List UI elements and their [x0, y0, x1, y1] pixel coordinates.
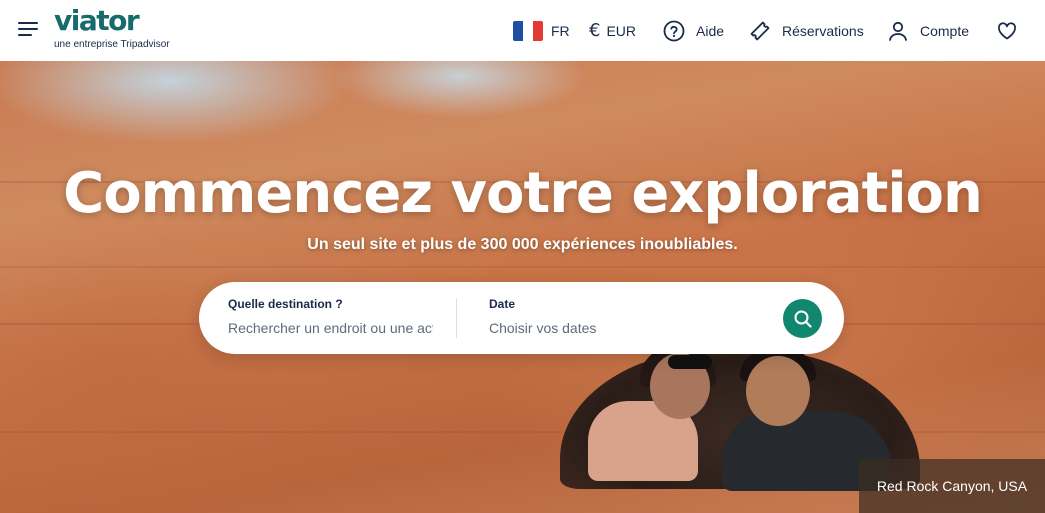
- rock-texture: [0, 266, 1045, 268]
- user-icon: [889, 21, 907, 41]
- bookings-link[interactable]: Réservations: [749, 0, 864, 61]
- site-header: viator une entreprise Tripadvisor FR € E…: [0, 0, 1045, 61]
- photo-caption: Red Rock Canyon, USA: [859, 459, 1045, 513]
- sunglasses: [668, 355, 712, 369]
- currency-label: EUR: [606, 22, 637, 39]
- language-label: FR: [551, 22, 570, 39]
- help-link[interactable]: Aide: [663, 0, 724, 61]
- destination-label: Quelle destination ?: [228, 297, 343, 311]
- help-circle-icon: [663, 20, 685, 41]
- ticket-icon: [750, 21, 770, 40]
- search-divider: [456, 298, 457, 338]
- currency-selector[interactable]: € EUR: [589, 0, 636, 61]
- account-label: Compte: [920, 22, 970, 39]
- search-button[interactable]: [783, 299, 822, 338]
- hero-title: Commencez votre exploration: [63, 161, 983, 226]
- hiker-man-face: [746, 356, 810, 426]
- menu-line: [18, 22, 38, 24]
- date-input[interactable]: [489, 320, 694, 336]
- menu-line: [18, 28, 38, 30]
- wishlist-button[interactable]: [996, 0, 1018, 61]
- menu-line: [18, 34, 32, 36]
- help-label: Aide: [696, 22, 725, 39]
- account-link[interactable]: Compte: [887, 0, 969, 61]
- logo-tagline: une entreprise Tripadvisor: [54, 39, 170, 50]
- destination-input[interactable]: [228, 320, 433, 336]
- date-label: Date: [489, 297, 516, 311]
- euro-icon: €: [589, 20, 601, 41]
- language-selector[interactable]: FR: [513, 0, 570, 61]
- bookings-label: Réservations: [782, 22, 864, 39]
- france-flag-icon: [513, 20, 543, 41]
- search-bar: Quelle destination ? Date: [199, 282, 844, 354]
- date-field[interactable]: Date: [489, 297, 694, 338]
- hero-banner: Commencez votre exploration Un seul site…: [0, 61, 1045, 513]
- hamburger-menu-button[interactable]: [18, 22, 38, 38]
- viator-logo[interactable]: viator une entreprise Tripadvisor: [54, 4, 170, 51]
- hero-subtitle: Un seul site et plus de 300 000 expérien…: [307, 236, 738, 253]
- logo-wordmark: viator: [54, 4, 140, 37]
- search-icon: [794, 310, 812, 328]
- destination-field[interactable]: Quelle destination ?: [228, 297, 433, 338]
- heart-icon: [998, 21, 1016, 39]
